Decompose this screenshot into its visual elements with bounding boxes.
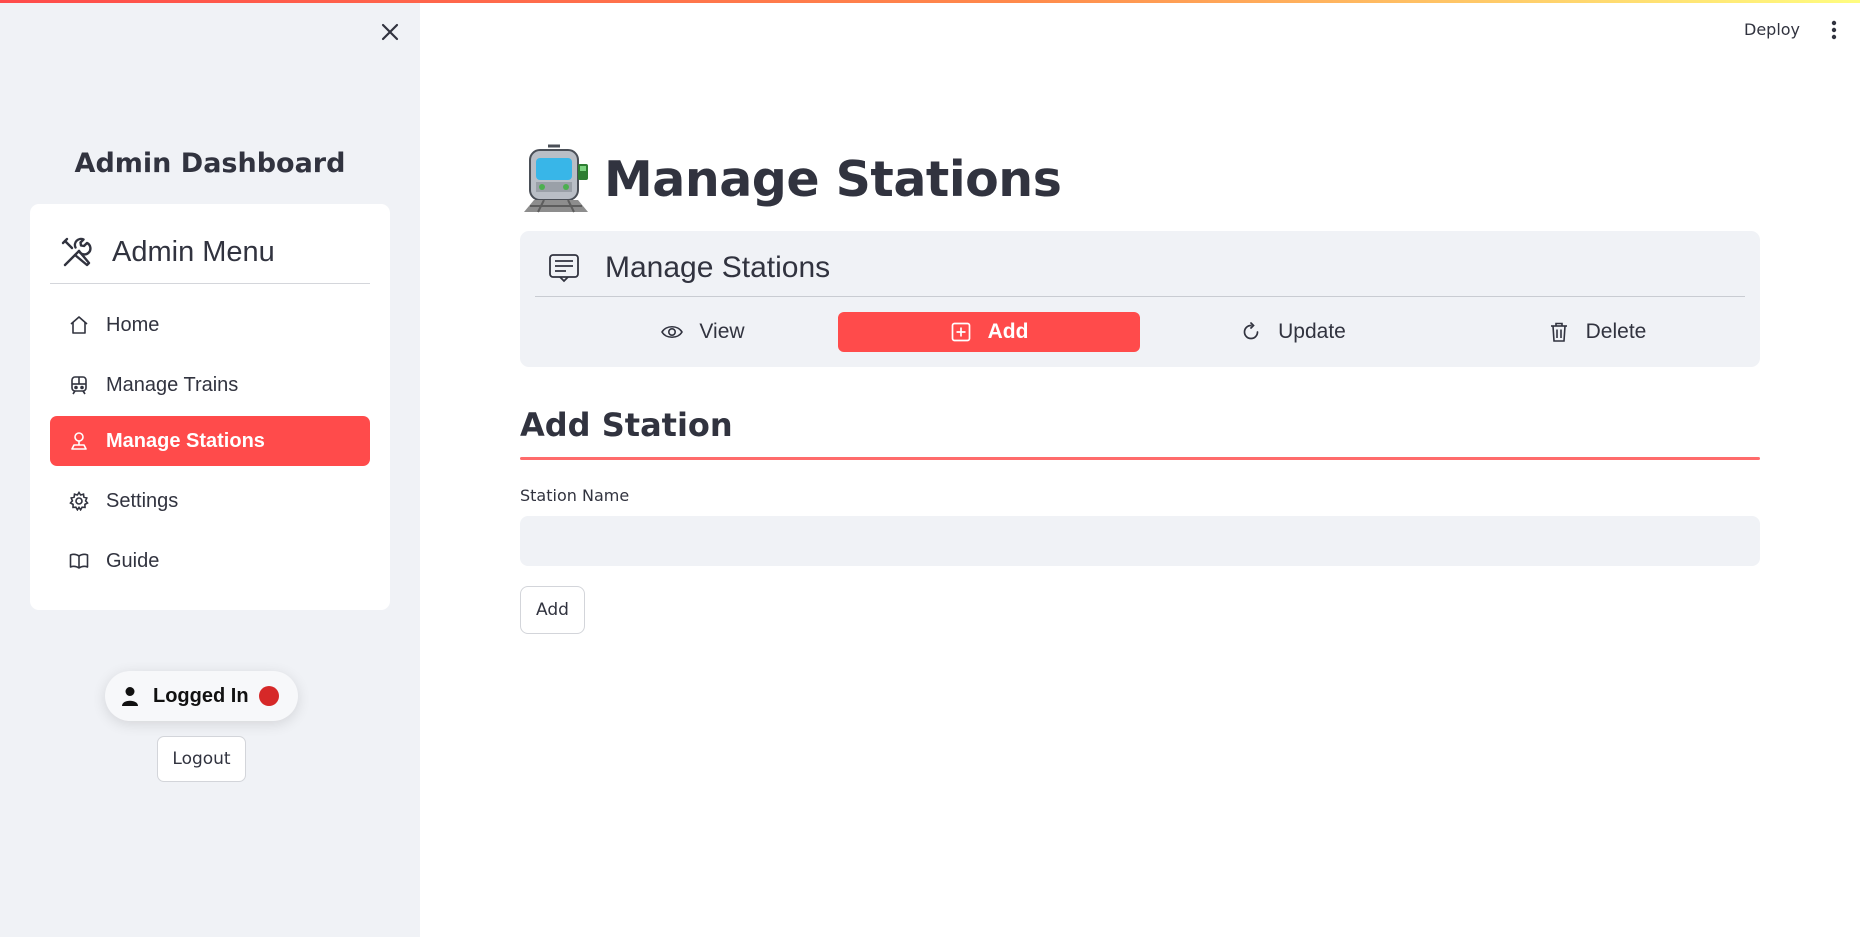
section-divider bbox=[520, 457, 1760, 460]
admin-menu-title: Admin Menu bbox=[112, 236, 275, 268]
book-icon bbox=[68, 550, 90, 572]
sidebar-item-manage-trains[interactable]: Manage Trains bbox=[50, 360, 370, 410]
tab-view[interactable]: View bbox=[552, 312, 854, 352]
sidebar-item-label: Settings bbox=[106, 489, 179, 512]
station-name-label: Station Name bbox=[520, 486, 630, 505]
section-title: Add Station bbox=[520, 406, 733, 444]
sidebar-item-manage-stations[interactable]: Manage Stations bbox=[50, 416, 370, 466]
close-icon bbox=[381, 23, 399, 41]
tools-icon bbox=[60, 236, 94, 270]
page-title: Manage Stations bbox=[604, 150, 1062, 208]
map-pin-person-icon bbox=[68, 430, 90, 452]
logout-button[interactable]: Logout bbox=[157, 736, 246, 782]
sidebar-item-settings[interactable]: Settings bbox=[50, 476, 370, 526]
train-icon bbox=[68, 374, 90, 396]
sidebar-item-home[interactable]: Home bbox=[50, 300, 370, 350]
sidebar-title: Admin Dashboard bbox=[74, 148, 346, 179]
sidebar-item-label: Home bbox=[106, 313, 160, 336]
option-menu-title: Manage Stations bbox=[605, 250, 831, 284]
tab-delete[interactable]: Delete bbox=[1446, 312, 1748, 352]
kebab-menu-icon bbox=[1831, 20, 1837, 40]
home-icon bbox=[68, 314, 90, 336]
sidebar-item-label: Guide bbox=[106, 549, 160, 572]
sidebar-item-label: Manage Trains bbox=[106, 373, 239, 396]
admin-menu-header: Admin Menu bbox=[50, 222, 370, 284]
gear-icon bbox=[68, 490, 90, 512]
tab-label: View bbox=[699, 320, 745, 343]
light-rail-emoji bbox=[524, 144, 588, 213]
status-dot-icon bbox=[258, 686, 279, 706]
station-option-menu: Manage Stations View Add Update Delete bbox=[520, 231, 1760, 367]
station-name-input[interactable] bbox=[520, 516, 1760, 566]
card-list-icon bbox=[547, 251, 581, 285]
refresh-icon bbox=[1240, 321, 1262, 343]
tab-update[interactable]: Update bbox=[1142, 312, 1444, 352]
trash-icon bbox=[1548, 321, 1570, 343]
eye-icon bbox=[661, 321, 684, 343]
login-status-label: Logged In bbox=[153, 684, 249, 707]
close-sidebar-button[interactable] bbox=[376, 18, 404, 46]
sidebar: Admin Dashboard Admin Menu Home Manage T… bbox=[0, 0, 420, 937]
login-status-badge: Logged In bbox=[105, 671, 298, 721]
sidebar-item-guide[interactable]: Guide bbox=[50, 536, 370, 586]
option-menu-header: Manage Stations bbox=[535, 239, 1745, 297]
person-icon bbox=[119, 685, 141, 707]
tab-label: Delete bbox=[1585, 320, 1647, 343]
tab-label: Update bbox=[1278, 320, 1346, 343]
add-station-button[interactable]: Add bbox=[520, 586, 585, 634]
tab-label: Add bbox=[987, 320, 1029, 343]
main-menu-button[interactable] bbox=[1824, 16, 1844, 44]
deploy-button[interactable]: Deploy bbox=[1744, 18, 1800, 42]
top-decoration-bar bbox=[0, 0, 1860, 3]
tab-add[interactable]: Add bbox=[838, 312, 1140, 352]
sidebar-item-label: Manage Stations bbox=[106, 429, 265, 452]
admin-menu: Admin Menu Home Manage Trains Manage Sta… bbox=[30, 204, 390, 610]
plus-square-icon bbox=[950, 321, 972, 343]
page-title-row: Manage Stations bbox=[520, 144, 1062, 214]
